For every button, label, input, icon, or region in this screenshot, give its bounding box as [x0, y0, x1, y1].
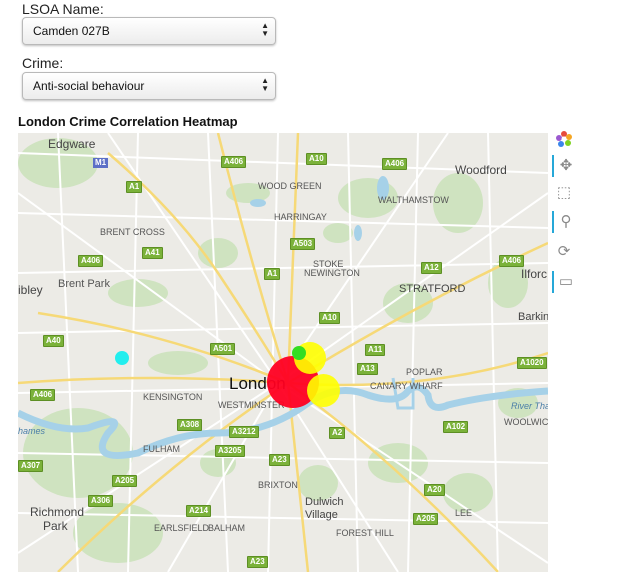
place-label: Dulwich [305, 496, 344, 508]
road-shield: A205 [112, 475, 138, 487]
road-shield: A214 [186, 505, 212, 517]
place-label: FULHAM [143, 444, 181, 454]
crime-label: Crime: [22, 55, 64, 71]
place-label: EARLSFIELD [154, 523, 210, 533]
place-label: Edgware [48, 137, 96, 151]
place-label: WOOD GREEN [258, 181, 322, 191]
place-label: STRATFORD [399, 283, 466, 295]
road-shield: A406 [499, 255, 525, 267]
place-label: River Thame [511, 401, 548, 411]
road-shield: M1 [93, 158, 109, 168]
wheel-zoom-icon[interactable]: ⚲ [552, 211, 578, 233]
place-label: BALHAM [208, 523, 246, 533]
road-shield: A307 [18, 460, 44, 472]
road-shield: A406 [221, 156, 247, 168]
road-shield: A11 [365, 344, 386, 356]
road-shield: A1020 [517, 357, 547, 369]
road-shield: A1 [126, 181, 143, 193]
road-shield: A102 [443, 421, 469, 433]
select-arrows-icon: ▲ ▼ [261, 21, 269, 38]
road-shield: A308 [177, 419, 203, 431]
road-shield: A23 [269, 454, 290, 466]
road-shield: A406 [382, 158, 408, 170]
road-shield: A406 [78, 255, 104, 267]
place-label: NEWINGTON [304, 268, 360, 278]
crime-marker-cyan[interactable] [115, 351, 129, 365]
crime-select[interactable]: Anti-social behaviour ▲ ▼ [22, 72, 276, 100]
place-label: WALTHAMSTOW [378, 195, 449, 205]
place-label: LEE [455, 508, 473, 518]
place-label: FOREST HILL [336, 528, 394, 538]
lsoa-select-value: Camden 027B [33, 24, 110, 38]
place-label: Brent Park [58, 278, 110, 290]
crime-select-value: Anti-social behaviour [33, 79, 145, 93]
place-label: WESTMINSTER [218, 400, 285, 410]
place-label: Richmond [30, 505, 85, 519]
place-label: hames [18, 426, 46, 436]
place-label: CANARY WHARF [370, 381, 443, 391]
place-label: Woodford [455, 163, 507, 177]
reset-icon[interactable]: ⟳ [552, 241, 576, 263]
place-label: Ilforc [521, 267, 548, 281]
road-shield: A1 [264, 268, 281, 280]
place-label: BRIXTON [258, 480, 298, 490]
hover-icon[interactable]: ▭ [552, 271, 578, 293]
crime-marker-green[interactable] [292, 346, 306, 360]
road-shield: A3205 [215, 445, 245, 457]
road-shield: A2 [329, 427, 346, 439]
road-shield: A406 [30, 389, 56, 401]
road-shield: A10 [306, 153, 327, 165]
place-label: Park [43, 519, 68, 533]
lsoa-label: LSOA Name: [22, 1, 104, 17]
place-label: ibley [18, 283, 43, 297]
road-shield: A20 [424, 484, 445, 496]
road-shield: A13 [357, 363, 378, 375]
road-shield: A12 [421, 262, 442, 274]
lsoa-select[interactable]: Camden 027B ▲ ▼ [22, 17, 276, 45]
road-shield: A23 [247, 556, 268, 568]
road-shield: A40 [43, 335, 64, 347]
road-shield: A41 [142, 247, 163, 259]
map-plot[interactable]: Edgware Woodford WOOD GREEN WALTHAMSTOW … [18, 133, 548, 572]
road-shield: A306 [88, 495, 114, 507]
place-label: Barkin [518, 311, 548, 323]
place-label: KENSINGTON [143, 392, 203, 402]
place-label: POPLAR [406, 367, 443, 377]
road-shield: A501 [210, 343, 236, 355]
road-shield: A503 [290, 238, 316, 250]
place-label: Village [305, 509, 338, 521]
road-shield: A3212 [229, 426, 259, 438]
road-shield: A205 [413, 513, 439, 525]
place-label: BRENT CROSS [100, 227, 165, 237]
crime-marker-yellow[interactable] [307, 374, 340, 407]
map-title: London Crime Correlation Heatmap [18, 114, 238, 129]
road-shield: A10 [319, 312, 340, 324]
place-label: WOOLWICH [504, 417, 548, 427]
box-zoom-icon[interactable]: ⬚ [552, 182, 576, 204]
place-label: HARRINGAY [274, 212, 327, 222]
select-arrows-icon: ▲ ▼ [261, 76, 269, 93]
pan-icon[interactable]: ✥ [552, 155, 578, 177]
bokeh-logo-icon[interactable] [552, 128, 576, 150]
